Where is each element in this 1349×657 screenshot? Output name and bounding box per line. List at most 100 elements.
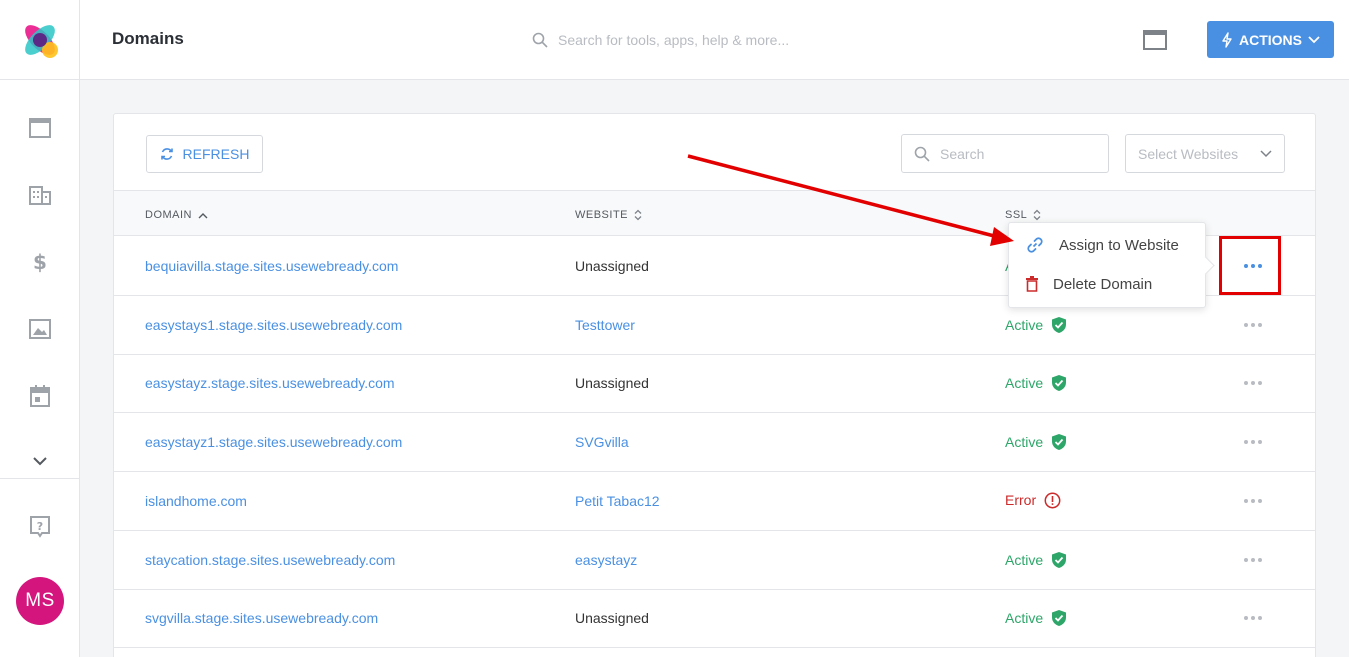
sidebar-expand[interactable] — [0, 441, 80, 481]
more-dot — [1258, 440, 1262, 445]
row-more-button[interactable] — [1242, 316, 1264, 334]
ssl-status-label: Active — [1005, 316, 1044, 333]
sidebar-item-help[interactable]: ? — [0, 507, 80, 547]
actions-button[interactable]: ACTIONS — [1207, 21, 1334, 58]
error-icon — [1044, 492, 1061, 509]
more-dot — [1251, 616, 1255, 621]
delete-domain-menu-item[interactable]: Delete Domain — [1009, 265, 1205, 303]
domain-link[interactable]: easystayz1.stage.sites.usewebready.com — [145, 434, 402, 450]
ssl-status: Error — [1005, 492, 1061, 509]
website-cell[interactable]: Testtower — [575, 317, 635, 333]
sort-asc-icon — [198, 212, 208, 218]
ssl-status-label: Error — [1005, 492, 1037, 509]
chevron-down-icon — [33, 457, 47, 466]
logo-icon — [25, 24, 58, 58]
assign-to-website-menu-item[interactable]: Assign to Website — [1009, 226, 1205, 264]
ssl-status: Active — [1005, 374, 1067, 392]
domain-link[interactable]: svgvilla.stage.sites.usewebready.com — [145, 610, 378, 626]
more-dot — [1251, 322, 1255, 327]
trash-icon — [1026, 276, 1038, 292]
refresh-button[interactable]: REFRESH — [146, 135, 263, 173]
more-dot — [1258, 381, 1262, 386]
row-more-button[interactable] — [1242, 257, 1264, 275]
link-icon — [1027, 237, 1043, 253]
row-more-button[interactable] — [1242, 433, 1264, 451]
window-icon — [1143, 30, 1167, 50]
window-toggle-button[interactable] — [1142, 27, 1168, 53]
app-logo[interactable] — [0, 0, 80, 80]
image-icon — [29, 319, 51, 339]
more-dot — [1258, 557, 1262, 562]
row-more-button[interactable] — [1242, 374, 1264, 392]
more-dot — [1244, 616, 1248, 621]
row-more-button[interactable] — [1242, 551, 1264, 569]
avatar[interactable]: MS — [16, 577, 64, 625]
domain-link[interactable]: staycation.stage.sites.usewebready.com — [145, 552, 395, 568]
chevron-down-icon — [1308, 35, 1320, 43]
more-dot — [1258, 498, 1262, 503]
website-cell: Unassigned — [575, 258, 649, 274]
domain-link[interactable]: islandhome.com — [145, 493, 247, 509]
sidebar-item-billing[interactable]: $ — [0, 242, 80, 282]
global-search-input[interactable] — [558, 32, 838, 48]
website-cell: Unassigned — [575, 610, 649, 627]
ssl-status-label: Active — [1005, 375, 1044, 392]
ssl-status-label: Active — [1005, 610, 1044, 627]
lightning-icon — [1222, 31, 1232, 48]
svg-text:$: $ — [33, 251, 47, 273]
shield-check-icon — [1052, 434, 1067, 451]
select-websites-placeholder: Select Websites — [1138, 145, 1239, 162]
calendar-icon — [30, 385, 50, 407]
search-icon — [914, 146, 930, 162]
sidebar-item-media[interactable] — [0, 309, 80, 349]
column-header-website[interactable]: WEBSITE — [575, 209, 642, 221]
column-header-website-label: WEBSITE — [575, 209, 629, 221]
more-dot — [1251, 557, 1255, 562]
column-header-ssl[interactable]: SSL — [1005, 209, 1041, 221]
sort-icon — [634, 209, 642, 221]
column-header-domain-label: DOMAIN — [145, 209, 192, 221]
table-search-input[interactable] — [940, 145, 1090, 162]
website-cell[interactable]: easystayz — [575, 552, 637, 568]
chevron-down-icon — [1260, 149, 1272, 157]
sort-icon — [1033, 209, 1041, 221]
help-icon: ? — [30, 516, 50, 538]
more-dot — [1258, 264, 1262, 268]
dollar-icon: $ — [33, 251, 47, 273]
more-dot — [1251, 440, 1255, 445]
sidebar-item-properties[interactable] — [0, 175, 80, 215]
table-row: easystayz1.stage.sites.usewebready.com SV… — [114, 413, 1315, 473]
row-more-button[interactable] — [1242, 492, 1264, 510]
domain-link[interactable]: easystayz.stage.sites.usewebready.com — [145, 375, 395, 391]
row-actions-menu: Assign to Website Delete Domain — [1008, 222, 1206, 308]
shield-check-icon — [1052, 375, 1067, 392]
page-title: Domains — [112, 29, 184, 48]
column-header-domain[interactable]: DOMAIN — [145, 209, 208, 221]
window-icon — [29, 118, 51, 138]
domains-card: REFRESH Select Websites DOMAIN WEBSITE S… — [113, 113, 1316, 657]
refresh-button-label: REFRESH — [182, 146, 250, 162]
sidebar-item-calendar[interactable] — [0, 376, 80, 416]
ssl-status: Active — [1005, 609, 1067, 627]
row-more-button[interactable] — [1242, 609, 1264, 627]
search-icon — [532, 32, 548, 48]
delete-domain-label: Delete Domain — [1053, 275, 1153, 293]
sidebar-item-websites[interactable] — [0, 108, 80, 148]
refresh-icon — [160, 148, 173, 160]
column-header-ssl-label: SSL — [1005, 209, 1028, 221]
more-dot — [1244, 381, 1248, 386]
more-dot — [1244, 440, 1248, 445]
shield-check-icon — [1052, 551, 1067, 568]
table-row: easystayz.stage.sites.usewebready.com Una… — [114, 354, 1315, 414]
select-websites-dropdown[interactable]: Select Websites — [1125, 134, 1285, 173]
global-search — [532, 28, 852, 52]
website-cell[interactable]: Petit Tabac12 — [575, 493, 660, 509]
more-dot — [1258, 322, 1262, 327]
assign-to-website-label: Assign to Website — [1059, 236, 1179, 254]
website-cell[interactable]: SVGvilla — [575, 434, 629, 450]
sidebar: $ ? MS — [0, 0, 80, 657]
domain-link[interactable]: bequiavilla.stage.sites.usewebready.com — [145, 258, 398, 274]
domain-link[interactable]: easystays1.stage.sites.usewebready.com — [145, 317, 402, 333]
table-row: staycation.stage.sites.usewebready.com ea… — [114, 531, 1315, 590]
more-dot — [1244, 498, 1248, 503]
